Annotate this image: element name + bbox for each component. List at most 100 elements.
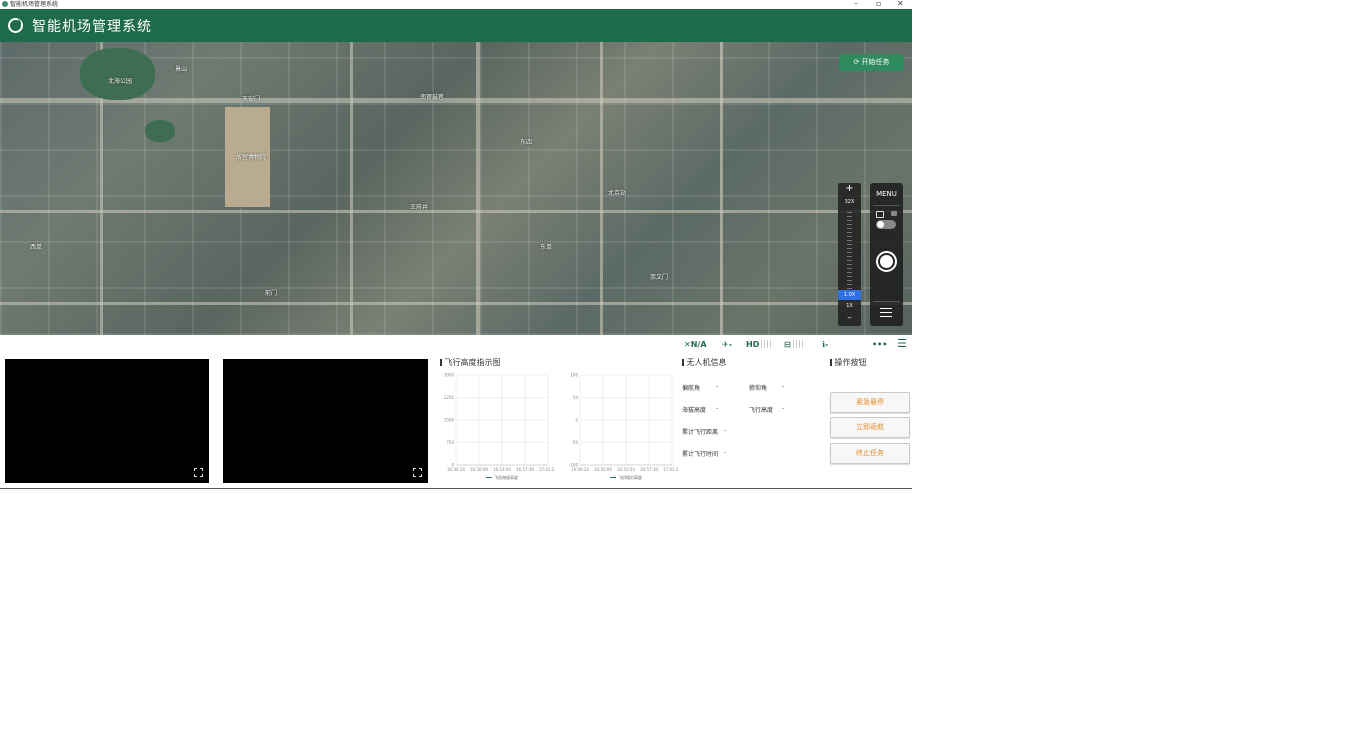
map-label: 王府井 — [410, 204, 429, 211]
signal-bars-icon — [792, 340, 803, 348]
legend-label: 飞机相对高度 — [618, 474, 642, 480]
x-tick-label: 17:01:24 — [663, 467, 678, 472]
sea-altitude-value: - — [716, 405, 719, 412]
total-time-label: 累计飞行时间 — [682, 451, 719, 458]
legend-label: 飞机海拔高度 — [494, 474, 518, 480]
map-road — [0, 210, 912, 213]
x-tick-label: 16:50:09 — [470, 467, 488, 472]
satellite-map[interactable]: 北海公园 故宫博物院 天安门 北京站 王府井 前门 东单 崇文门 景山 南锣鼓巷… — [0, 42, 912, 335]
app-title: 智能机场管理系统 — [32, 19, 152, 35]
window-title: 智能机场管理系统 — [10, 1, 59, 8]
map-label: 景山 — [175, 66, 188, 73]
y-tick-label: 100 — [570, 373, 578, 378]
y-tick-label: 2250 — [444, 395, 455, 400]
mode-toggle[interactable] — [876, 220, 896, 229]
app-header: 智能机场管理系统 — [0, 9, 912, 42]
drone-status-bar: ✕N/A ✈- HD ⊟ ℹ- ••• ☰ — [680, 337, 912, 353]
app-logo-icon — [2, 1, 8, 7]
zoom-out-button[interactable]: – — [838, 313, 861, 323]
shutter-button[interactable] — [876, 251, 897, 272]
link-status: ℹ- — [822, 340, 829, 349]
more-button[interactable]: ••• — [872, 340, 887, 349]
battery-status: ⊟ — [784, 340, 803, 349]
map-label: 东单 — [540, 244, 553, 251]
y-tick-label: 50 — [573, 395, 579, 400]
drone-info-title: 无人机信息 — [682, 357, 727, 368]
drone-icon: ✕ — [684, 340, 691, 349]
map-label: 崇文门 — [650, 274, 669, 281]
camera-menu-button[interactable]: MENU — [870, 190, 903, 198]
x-tick-label: 16:53:54 — [617, 467, 635, 472]
zoom-slider[interactable]: + 32X 1.0X 1X – — [838, 183, 861, 326]
map-label: 北京站 — [608, 190, 627, 197]
zoom-current-badge: 1.0X — [838, 290, 861, 300]
zoom-track[interactable] — [847, 209, 852, 289]
photo-mode-icon[interactable] — [876, 211, 884, 218]
x-tick-label: 16:57:39 — [640, 467, 658, 472]
y-tick-label: 3000 — [444, 373, 455, 378]
zoom-min-label: 1X — [846, 303, 853, 309]
emergency-hover-button[interactable]: 紧急悬停 — [830, 392, 910, 413]
list-menu-icon[interactable]: ☰ — [897, 337, 907, 350]
logo-icon — [8, 18, 23, 33]
minimize-button[interactable]: – — [854, 0, 858, 8]
map-label: 北海公园 — [108, 78, 133, 85]
altitude-chart-1: 0 750 1500 2250 3000 16:46:24 16:50:09 16:53:54… — [438, 370, 554, 486]
fullscreen-icon[interactable] — [194, 468, 203, 477]
altitude-chart-2-svg: -100-5005010016:46:24 16:50:09 16:53:54 16:… — [569, 373, 678, 481]
map-label: 天安门 — [242, 96, 261, 103]
restore-button[interactable]: ▫ — [876, 0, 881, 8]
signal-bars-icon — [761, 340, 772, 348]
divider — [873, 205, 900, 206]
bottom-divider — [0, 488, 912, 489]
window-title-bar: 智能机场管理系统 – ▫ ✕ — [0, 0, 912, 9]
zoom-max-label: 32X — [844, 199, 855, 205]
video-mode-icon[interactable] — [891, 211, 897, 216]
drone-signal-status: ✕N/A — [684, 340, 707, 349]
map-road — [476, 42, 480, 335]
map-label: 南锣鼓巷 — [420, 94, 445, 101]
fullscreen-icon[interactable] — [413, 468, 422, 477]
map-label: 西单 — [30, 244, 43, 251]
camera-panel: MENU — [870, 183, 903, 326]
map-road — [0, 302, 912, 305]
zoom-in-button[interactable]: + — [838, 183, 861, 195]
return-home-button[interactable]: 立即返航 — [830, 417, 910, 438]
x-tick-label: 16:57:39 — [516, 467, 534, 472]
battery-icon: ⊟ — [784, 340, 791, 349]
x-tick-label: 16:53:54 — [493, 467, 511, 472]
map-label: 前门 — [265, 290, 278, 297]
video-feed-1[interactable] — [5, 359, 209, 483]
satellite-icon: ✈ — [722, 340, 729, 349]
x-tick-label: 16:46:24 — [447, 467, 465, 472]
y-tick-label: -50 — [571, 440, 578, 445]
video-feed-2[interactable] — [223, 359, 428, 483]
hd-signal: HD — [746, 340, 772, 349]
sea-altitude-label: 海拔高度 — [682, 407, 707, 414]
altitude-chart-title: 飞行高度指示图 — [440, 357, 501, 368]
total-time-value: - — [724, 449, 727, 456]
pitch-label: 俯仰角 — [749, 385, 768, 392]
close-button[interactable]: ✕ — [897, 0, 904, 8]
map-road — [0, 98, 912, 103]
map-label: 故宫博物院 — [236, 154, 267, 161]
y-tick-label: 1500 — [444, 418, 455, 423]
operations-title: 操作按钮 — [830, 357, 867, 368]
flight-altitude-label: 飞行高度 — [749, 407, 774, 414]
total-distance-label: 累计飞行距离 — [682, 429, 719, 436]
start-task-button[interactable]: ⟳ 开始任务 — [839, 54, 904, 71]
heading-value: - — [716, 383, 719, 390]
flight-altitude-value: - — [782, 405, 785, 412]
x-tick-label: 16:46:24 — [571, 467, 589, 472]
map-road — [350, 42, 353, 335]
x-tick-label: 16:50:09 — [594, 467, 612, 472]
map-label: 东四 — [520, 139, 533, 146]
map-park — [145, 120, 175, 142]
y-tick-label: 0 — [575, 418, 578, 423]
altitude-chart-2: -100 -50 0 50 100 16:46:24 16:50:09 16:53:54 16:… — [562, 370, 678, 486]
total-distance-value: - — [724, 427, 727, 434]
x-tick-label: 17:01:24 — [539, 467, 554, 472]
stop-task-button[interactable]: 终止任务 — [830, 443, 910, 464]
refresh-icon: ⟳ — [853, 58, 862, 66]
camera-settings-icon[interactable] — [880, 307, 892, 317]
